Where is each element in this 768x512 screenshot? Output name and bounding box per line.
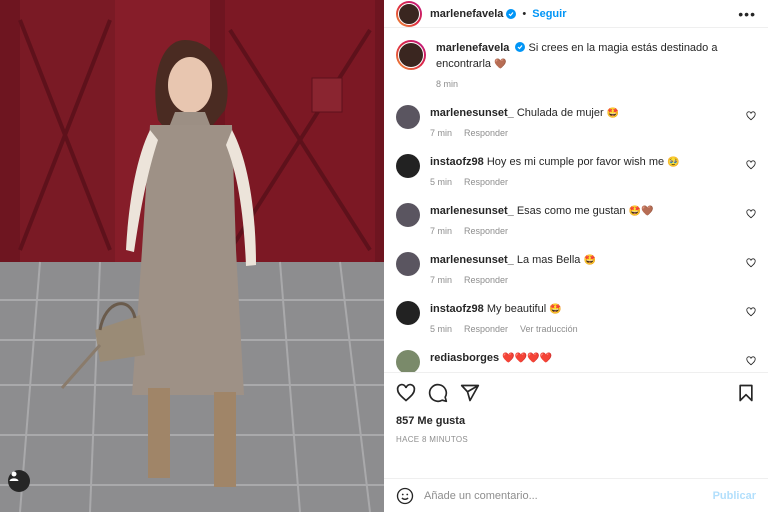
verified-icon: [506, 8, 517, 19]
verified-icon: [515, 42, 526, 52]
comment-text: My beautiful: [486, 303, 547, 315]
reply-button[interactable]: Responder: [464, 275, 508, 285]
caption-avatar[interactable]: [396, 40, 426, 70]
comment-time[interactable]: 5 min: [430, 177, 452, 187]
likes-count[interactable]: 857 Me gusta: [396, 415, 756, 427]
comment-avatar[interactable]: [396, 105, 420, 129]
comment-avatar[interactable]: [396, 252, 420, 276]
share-icon[interactable]: [460, 383, 480, 403]
comment-username[interactable]: marlenesunset_: [430, 254, 514, 266]
follow-button[interactable]: Seguir: [532, 8, 566, 20]
caption: marlenefavela Si crees en la magia estás…: [396, 40, 756, 89]
emoji-icon[interactable]: [396, 487, 414, 505]
author-avatar[interactable]: [396, 0, 422, 27]
comment-emoji: 🤩: [583, 255, 596, 266]
see-translation-button[interactable]: Ver traducción: [520, 324, 578, 334]
reply-button[interactable]: Responder: [464, 128, 508, 138]
comment-avatar[interactable]: [396, 203, 420, 227]
comment-item: marlenesunset_ Chulada de mujer 🤩 7 min R…: [396, 105, 756, 138]
comment-item: instaofz98 Hoy es mi cumple por favor wi…: [396, 154, 756, 187]
author-username[interactable]: marlenefavela: [430, 8, 503, 20]
comment-emoji: 🤩: [606, 108, 620, 119]
comment-username[interactable]: marlenesunset_: [430, 205, 514, 217]
comment-username[interactable]: rediasborges: [430, 352, 499, 364]
heart-icon[interactable]: [396, 383, 416, 403]
comment-emoji: 🤩: [549, 304, 562, 315]
caption-username[interactable]: marlenefavela: [436, 42, 509, 54]
comments-list[interactable]: marlenefavela Si crees en la magia estás…: [384, 28, 768, 372]
comment-composer: Añade un comentario... Publicar: [384, 478, 768, 512]
comment-input[interactable]: Añade un comentario...: [424, 490, 538, 502]
user-tag-icon[interactable]: [8, 470, 30, 492]
comment-avatar[interactable]: [396, 301, 420, 325]
comment-time[interactable]: 5 min: [430, 324, 452, 334]
comment-time[interactable]: 7 min: [430, 226, 452, 236]
reply-button[interactable]: Responder: [464, 226, 508, 236]
separator-dot: •: [522, 7, 527, 20]
comment-like-heart-icon[interactable]: [746, 307, 756, 317]
comment-like-heart-icon[interactable]: [746, 258, 756, 268]
comment-text: Chulada de mujer: [516, 107, 604, 119]
reply-button[interactable]: Responder: [464, 324, 508, 334]
comment-like-heart-icon[interactable]: [746, 356, 756, 366]
publish-button[interactable]: Publicar: [713, 490, 756, 502]
comment-emoji: ❤️❤️❤️❤️: [502, 353, 552, 364]
comment-item: marlenesunset_ Esas como me gustan 🤩🤎 7 …: [396, 203, 756, 236]
comment-icon[interactable]: [428, 383, 448, 403]
post-image: [0, 0, 384, 512]
comment-username[interactable]: instaofz98: [430, 303, 484, 315]
comment-text: Esas como me gustan: [516, 205, 626, 217]
post-actions: 857 Me gusta HACE 8 MINUTOS: [384, 372, 768, 478]
comment-avatar[interactable]: [396, 154, 420, 178]
comment-item: marlenesunset_ La mas Bella 🤩 7 min Respo…: [396, 252, 756, 285]
reply-button[interactable]: Responder: [464, 177, 508, 187]
comment-username[interactable]: marlenesunset_: [430, 107, 514, 119]
caption-time[interactable]: 8 min: [436, 79, 458, 89]
post-timestamp[interactable]: HACE 8 MINUTOS: [396, 435, 756, 444]
comment-text: Hoy es mi cumple por favor wish me: [486, 156, 665, 168]
post-modal: marlenefavela • Seguir ••• marlenefavela…: [0, 0, 768, 512]
more-options-icon[interactable]: •••: [738, 6, 756, 22]
comment-like-heart-icon[interactable]: [746, 209, 756, 219]
post-photo[interactable]: [0, 0, 384, 512]
comment-time[interactable]: 7 min: [430, 128, 452, 138]
comment-username[interactable]: instaofz98: [430, 156, 484, 168]
post-header: marlenefavela • Seguir •••: [384, 0, 768, 28]
post-sidebar: marlenefavela • Seguir ••• marlenefavela…: [384, 0, 768, 512]
comment-like-heart-icon[interactable]: [746, 160, 756, 170]
comment-text: La mas Bella: [516, 254, 581, 266]
comment-avatar[interactable]: [396, 350, 420, 372]
bookmark-icon[interactable]: [736, 383, 756, 403]
comment-like-heart-icon[interactable]: [746, 111, 756, 121]
comment-emoji: 🥹: [667, 157, 680, 168]
comment-item: instaofz98 My beautiful 🤩 5 min Responder…: [396, 301, 756, 334]
caption-emoji: 🤎: [494, 59, 507, 70]
comment-time[interactable]: 7 min: [430, 275, 452, 285]
comment-emoji: 🤩🤎: [628, 206, 654, 217]
comment-item: rediasborges ❤️❤️❤️❤️: [396, 350, 756, 372]
